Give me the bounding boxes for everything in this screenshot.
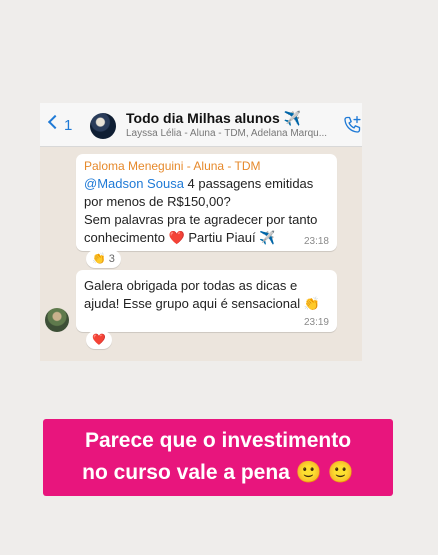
message-text: 4 passagens emitidas	[183, 176, 314, 191]
group-members: Layssa Lélia - Aluna - TDM, Adelana Marq…	[126, 128, 328, 139]
caption-text: no curso vale a pena	[82, 461, 296, 484]
message-time: 23:18	[303, 236, 329, 247]
message-line: @Madson Sousa 4 passagens emitidas	[84, 175, 313, 193]
add-call-icon[interactable]	[342, 115, 362, 135]
message-bubble-1[interactable]: Paloma Meneguini - Aluna - TDM @Madson S…	[76, 154, 337, 251]
reaction-count: 3	[108, 253, 115, 265]
group-avatar[interactable]	[90, 113, 116, 139]
heart-emoji: ❤️	[168, 230, 185, 245]
back-count[interactable]: 1	[64, 117, 72, 134]
message-text: conhecimento	[84, 230, 169, 245]
chat-header: 1 Todo dia Milhas alunos ✈️ Layssa Lélia…	[40, 103, 362, 147]
message-time: 23:19	[303, 317, 329, 328]
airplane-emoji: ✈️	[259, 230, 276, 245]
message-text: ajuda! Esse grupo aqui é sensacional	[84, 296, 304, 311]
caption-line-1: Parece que o investimento	[84, 429, 352, 452]
chat-screenshot: 1 Todo dia Milhas alunos ✈️ Layssa Lélia…	[40, 103, 362, 361]
heart-emoji: ❤️	[92, 334, 106, 346]
group-title[interactable]: Todo dia Milhas alunos ✈️	[126, 110, 301, 127]
mention-link[interactable]: @Madson Sousa	[84, 176, 184, 191]
clap-emoji: 👏	[92, 253, 106, 265]
reaction-badge[interactable]: 👏 3	[86, 250, 121, 268]
back-chevron-icon[interactable]	[47, 114, 63, 130]
message-line: por menos de R$150,00?	[84, 194, 231, 209]
message-bubble-2[interactable]: Galera obrigada por todas as dicas e aju…	[76, 270, 337, 332]
clap-emoji: 👏	[303, 296, 320, 311]
message-line: conhecimento ❤️ Partiu Piauí ✈️	[84, 229, 275, 247]
smiley-emoji: 🙂 🙂	[295, 461, 354, 484]
message-line: Sem palavras pra te agradecer por tanto	[84, 212, 318, 227]
message-line: ajuda! Esse grupo aqui é sensacional 👏	[84, 295, 320, 313]
sender-avatar[interactable]	[45, 308, 69, 332]
group-name: Todo dia Milhas alunos	[126, 110, 280, 126]
reaction-badge[interactable]: ❤️	[86, 331, 112, 349]
caption-line-2: no curso vale a pena 🙂 🙂	[43, 461, 393, 485]
message-sender[interactable]: Paloma Meneguini - Aluna - TDM	[84, 159, 261, 173]
caption-banner: Parece que o investimento no curso vale …	[43, 419, 393, 496]
message-text: Partiu Piauí	[184, 230, 260, 245]
message-line: Galera obrigada por todas as dicas e	[84, 278, 298, 293]
airplane-emoji: ✈️	[283, 110, 302, 126]
